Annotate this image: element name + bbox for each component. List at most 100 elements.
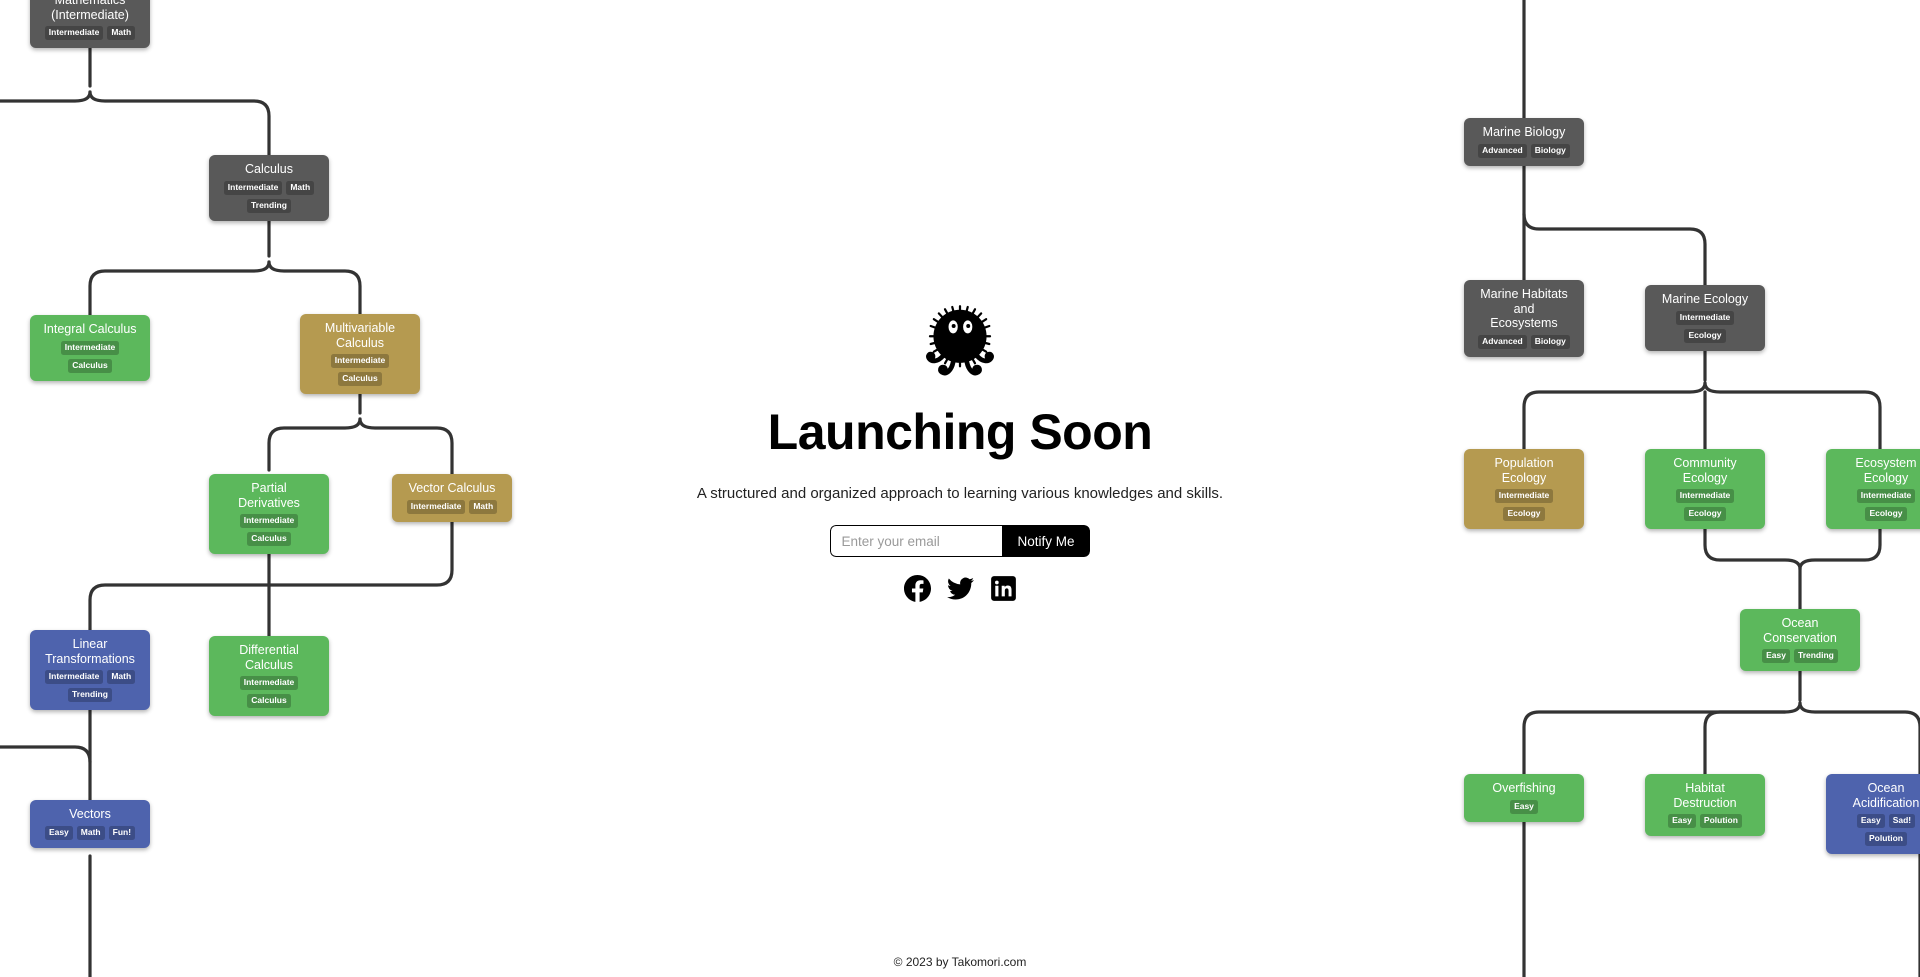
node-title: Calculus [245,162,293,176]
node-tag: Intermediate [239,676,299,690]
tree-node-calculus[interactable]: Calculus Intermediate Math Trending [209,155,329,221]
node-tag: Calculus [247,694,291,708]
node-tag: Intermediate [44,26,104,40]
launching-soon-page: Mathematics (Intermediate) Intermediate … [0,0,1920,977]
node-tags: Intermediate Calculus [219,676,319,708]
node-title: Overfishing [1492,781,1556,795]
node-tag: Intermediate [239,514,299,528]
node-tags: Intermediate Math [402,499,502,514]
node-title: Habitat Destruction [1673,781,1737,810]
node-tag: Intermediate [406,499,466,514]
node-tag: Advanced [1478,143,1527,158]
node-tags: Advanced Biology [1474,143,1574,158]
email-signup-form: Notify Me [830,525,1090,557]
node-tag: Intermediate [44,670,104,684]
node-tag: Polution [1865,832,1907,846]
node-title: Marine Ecology [1661,292,1749,306]
notify-me-button[interactable]: Notify Me [1002,525,1090,557]
node-tag: Intermediate [330,354,390,368]
tree-node-vector-calculus[interactable]: Vector Calculus Intermediate Math [392,474,512,522]
node-tag: Intermediate [223,180,283,195]
tree-node-vectors[interactable]: Vectors Easy Math Fun! [30,800,150,848]
tree-node-integral-calculus[interactable]: Integral Calculus Intermediate Calculus [30,315,150,381]
node-tags: Intermediate Ecology [1655,489,1755,521]
tree-node-habitat-destruction[interactable]: Habitat Destruction Easy Polution [1645,774,1765,836]
node-tag: Biology [1530,143,1570,158]
node-title: Vector Calculus [408,481,496,495]
node-title: Integral Calculus [43,322,137,336]
node-tag: Advanced [1478,334,1527,349]
node-title: Vectors [69,807,111,821]
node-tags: Advanced Biology [1474,334,1574,349]
node-tag: Easy [1856,814,1885,828]
node-tag: Math [469,499,498,514]
node-tags: Intermediate Math Trending [219,180,319,213]
tree-node-community-ecology[interactable]: Community Ecology Intermediate Ecology [1645,449,1765,529]
node-tag: Biology [1530,334,1570,349]
node-title: Ocean Conservation [1763,616,1837,645]
mascot-wrapper [650,300,1270,386]
tree-node-population-ecology[interactable]: Population Ecology Intermediate Ecology [1464,449,1584,529]
node-tags: Intermediate Ecology [1836,489,1920,521]
node-tag: Math [107,26,136,40]
node-tag: Intermediate [1494,489,1554,503]
node-tag: Calculus [247,532,291,546]
node-tag: Intermediate [1675,310,1735,325]
node-tags: Intermediate Calculus [310,354,410,386]
node-tags: Easy Sad! Polution [1836,814,1920,846]
node-tag: Sad! [1888,814,1916,828]
footer-copyright: © 2023 by Takomori.com [893,955,1027,969]
node-tag: Calculus [338,372,382,386]
tree-node-linear-transformations[interactable]: Linear Transformations Intermediate Math… [30,630,150,710]
tree-node-partial-derivatives[interactable]: Partial Derivatives Intermediate Calculu… [209,474,329,554]
node-tags: Intermediate Math [40,26,140,40]
node-title: Marine Biology [1482,125,1566,139]
node-title: Differential Calculus [239,643,299,672]
tree-node-marine-habitats[interactable]: Marine Habitats and Ecosystems Advanced … [1464,280,1584,357]
node-title: Ocean Acidification [1852,781,1920,810]
node-tag: Math [286,180,315,195]
node-tag: Math [107,670,136,684]
node-tag: Trending [1793,649,1838,663]
page-subtitle: A structured and organized approach to l… [696,485,1224,502]
node-tags: Intermediate Calculus [219,514,319,546]
node-tag: Ecology [1865,507,1907,521]
email-input[interactable] [830,525,1003,557]
node-tag: Calculus [68,358,112,373]
node-tag: Fun! [108,825,136,840]
node-tag: Trending [68,688,112,702]
node-tags: Easy Trending [1750,649,1850,663]
node-tags: Intermediate Ecology [1655,310,1755,343]
page-title: Launching Soon [767,404,1153,460]
node-tag: Ecology [1684,507,1726,521]
node-tag: Easy [44,825,73,840]
node-tag: Ecology [1503,507,1545,521]
tree-node-marine-biology[interactable]: Marine Biology Advanced Biology [1464,118,1584,166]
node-tags: Intermediate Ecology [1474,489,1574,521]
tree-node-ocean-conservation[interactable]: Ocean Conservation Easy Trending [1740,609,1860,671]
node-tags: Easy Polution [1655,814,1755,828]
tree-node-marine-ecology[interactable]: Marine Ecology Intermediate Ecology [1645,285,1765,351]
tree-node-ecosystem-ecology[interactable]: Ecosystem Ecology Intermediate Ecology [1826,449,1920,529]
node-title: Ecosystem Ecology [1855,456,1917,485]
node-title: Linear Transformations [45,637,135,666]
tree-node-mathematics[interactable]: Mathematics (Intermediate) Intermediate … [30,0,150,48]
tree-node-differential-calculus[interactable]: Differential Calculus Intermediate Calcu… [209,636,329,716]
node-tag: Polution [1699,814,1742,828]
node-tags: Intermediate Math Trending [40,670,140,702]
tree-node-overfishing[interactable]: Overfishing Easy [1464,774,1584,822]
node-tag: Easy [1668,814,1696,828]
node-title: Multivariable Calculus [324,321,396,350]
tree-node-multivariable-calculus[interactable]: Multivariable Calculus Intermediate Calc… [300,314,420,394]
node-title: Population Ecology [1494,456,1554,485]
soot-sprite-icon [926,305,994,376]
node-tag: Easy [1510,799,1538,814]
facebook-icon[interactable] [903,575,931,602]
social-links [650,575,1270,602]
node-tag: Intermediate [1675,489,1735,503]
node-title: Community Ecology [1673,456,1737,485]
node-tag: Ecology [1684,328,1726,343]
tree-node-ocean-acidification[interactable]: Ocean Acidification Easy Sad! Polution [1826,774,1920,854]
twitter-icon[interactable] [946,575,974,602]
linkedin-icon[interactable] [990,575,1017,602]
